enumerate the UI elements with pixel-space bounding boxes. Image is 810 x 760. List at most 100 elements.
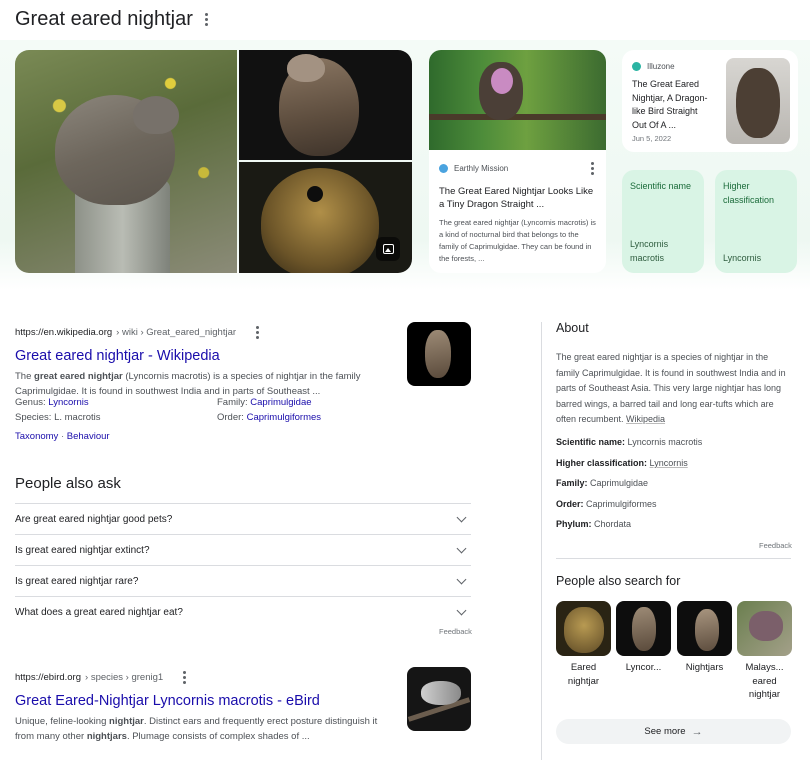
fact-chip-higher-classification[interactable]: Higher classification Lyncornis (715, 170, 797, 273)
rail-shape (429, 114, 606, 120)
about-divider (556, 558, 791, 559)
ebird-thumbnail[interactable] (407, 667, 471, 731)
also-search-item[interactable]: Lyncor... (616, 601, 671, 675)
also-search-thumbnail (556, 601, 611, 656)
snippet-text: Unique, feline-looking (15, 716, 110, 727)
people-also-search-heading: People also search for (556, 574, 681, 588)
snippet-bold: nightjars (86, 731, 127, 742)
result-url[interactable]: https://en.wikipedia.org › wiki › Great_… (15, 324, 390, 341)
article-source: Illuzone (622, 62, 722, 71)
see-more-label: See more (644, 726, 686, 737)
page-title: Great eared nightjar (15, 7, 193, 30)
article-thumbnail (429, 50, 606, 150)
result-title-link[interactable]: Great Eared-Nightjar Lyncornis macrotis … (15, 693, 390, 709)
more-options-icon[interactable] (254, 324, 261, 341)
article-title: The Great Eared Nightjar, A Dragon-like … (632, 79, 708, 130)
result-domain: https://ebird.org (15, 672, 82, 683)
also-search-item[interactable]: Malays... eared nightjar (737, 601, 792, 702)
more-options-icon[interactable] (181, 669, 188, 686)
about-fact-family: Family: Caprimulgidae (556, 478, 648, 488)
fact-chip-scientific-name[interactable]: Scientific name Lyncornis macrotis (622, 170, 704, 273)
also-search-item[interactable]: Eared nightjar (556, 601, 611, 688)
search-result-wikipedia: https://en.wikipedia.org › wiki › Great_… (15, 324, 390, 399)
attr-genus: Genus: Lyncornis (15, 397, 89, 408)
about-fact-phylum: Phylum: Chordata (556, 519, 631, 529)
article-card-illuzone[interactable]: Illuzone The Great Eared Nightjar, A Dra… (622, 50, 798, 152)
bird-head (133, 96, 179, 134)
paa-question[interactable]: Is great eared nightjar rare? (15, 565, 471, 596)
bird-shape (749, 611, 783, 641)
attr-label: Genus: (15, 397, 46, 408)
attr-label: Order: (217, 412, 244, 423)
paa-question[interactable]: Are great eared nightjar good pets? (15, 503, 471, 534)
snippet-bold: great eared nightjar (34, 371, 123, 382)
nightjar-photo-main[interactable] (15, 50, 237, 273)
about-description: The great eared nightjar is a species of… (556, 350, 792, 428)
about-fact-scientific-name: Scientific name: Lyncornis macrotis (556, 437, 702, 447)
fact-value: Chordata (594, 519, 632, 529)
fact-value: Lyncornis macrotis (630, 239, 669, 263)
sitelinks: Taxonomy · Behaviour (15, 431, 110, 442)
fact-key: Higher classification: (556, 458, 648, 468)
bird-head (287, 54, 325, 82)
attr-order-link[interactable]: Caprimulgiformes (247, 412, 321, 423)
people-also-ask-heading: People also ask (15, 475, 121, 492)
chevron-down-icon (456, 543, 467, 553)
header: Great eared nightjar (15, 6, 210, 32)
result-snippet: Unique, feline-looking nightjar. Distinc… (15, 714, 390, 744)
image-collage[interactable] (15, 50, 412, 273)
chevron-down-icon (456, 512, 467, 522)
about-feedback-link[interactable]: Feedback (759, 541, 792, 550)
image-gallery-icon[interactable] (376, 237, 400, 261)
snippet-bold: nightjar (109, 716, 144, 727)
see-more-button[interactable]: See more → (556, 719, 791, 744)
article-title: The Great Eared Nightjar Looks Like a Ti… (439, 186, 594, 210)
fact-value: Lyncornis macrotis (627, 437, 703, 447)
article-source: Earthly Mission (429, 160, 606, 177)
paa-question-text: What does a great eared nightjar eat? (15, 606, 183, 618)
sitelink-behaviour[interactable]: Behaviour (67, 431, 110, 442)
wikipedia-source-link[interactable]: Wikipedia (626, 414, 665, 424)
bird-shape (425, 330, 451, 378)
also-search-thumbnail (677, 601, 732, 656)
attr-label: Species: (15, 412, 52, 423)
fact-value: Caprimulgidae (590, 478, 649, 488)
article-date: Jun 5, 2022 (632, 134, 672, 143)
paa-question-text: Are great eared nightjar good pets? (15, 513, 173, 525)
article-card-earthly-mission[interactable]: Earthly Mission The Great Eared Nightjar… (429, 50, 606, 273)
fact-value: Lyncornis (723, 252, 762, 263)
fact-key: Phylum: (556, 519, 592, 529)
paa-question[interactable]: Is great eared nightjar extinct? (15, 534, 471, 565)
bird-shape (564, 607, 604, 653)
also-search-label: Malays... eared nightjar (745, 662, 784, 700)
nightjar-photo-dark[interactable] (239, 50, 412, 160)
attr-label: Family: (217, 397, 248, 408)
wikipedia-thumbnail[interactable] (407, 322, 471, 386)
chevron-down-icon (456, 574, 467, 584)
attr-genus-link[interactable]: Lyncornis (48, 397, 88, 408)
attr-family-link[interactable]: Caprimulgidae (250, 397, 311, 408)
about-text: The great eared nightjar is a species of… (556, 352, 786, 424)
nightjar-photo-closeup[interactable] (239, 162, 412, 273)
result-snippet: The great eared nightjar (Lyncornis macr… (15, 369, 390, 399)
panel-divider (541, 322, 542, 760)
result-title-link[interactable]: Great eared nightjar - Wikipedia (15, 348, 390, 364)
attr-order: Order: Caprimulgiformes (217, 412, 321, 423)
attr-value: L. macrotis (54, 412, 101, 423)
sitelink-taxonomy[interactable]: Taxonomy (15, 431, 58, 442)
arrow-right-icon: → (691, 725, 703, 738)
fact-key: Family: (556, 478, 588, 488)
more-options-icon[interactable] (589, 160, 596, 177)
article-thumbnail (726, 58, 790, 144)
also-search-label: Eared nightjar (567, 662, 600, 687)
illuzone-favicon-icon (632, 62, 641, 71)
more-options-icon[interactable] (203, 11, 210, 28)
also-search-thumbnail (616, 601, 671, 656)
result-url[interactable]: https://ebird.org › species › grenig1 (15, 669, 390, 686)
also-search-item[interactable]: Nightjars (677, 601, 732, 675)
paa-question[interactable]: What does a great eared nightjar eat? (15, 596, 471, 627)
result-domain: https://en.wikipedia.org (15, 327, 113, 338)
paa-feedback-link[interactable]: Feedback (439, 627, 472, 636)
fact-value-link[interactable]: Lyncornis (650, 458, 688, 468)
also-search-label: Nightjars (685, 662, 724, 673)
